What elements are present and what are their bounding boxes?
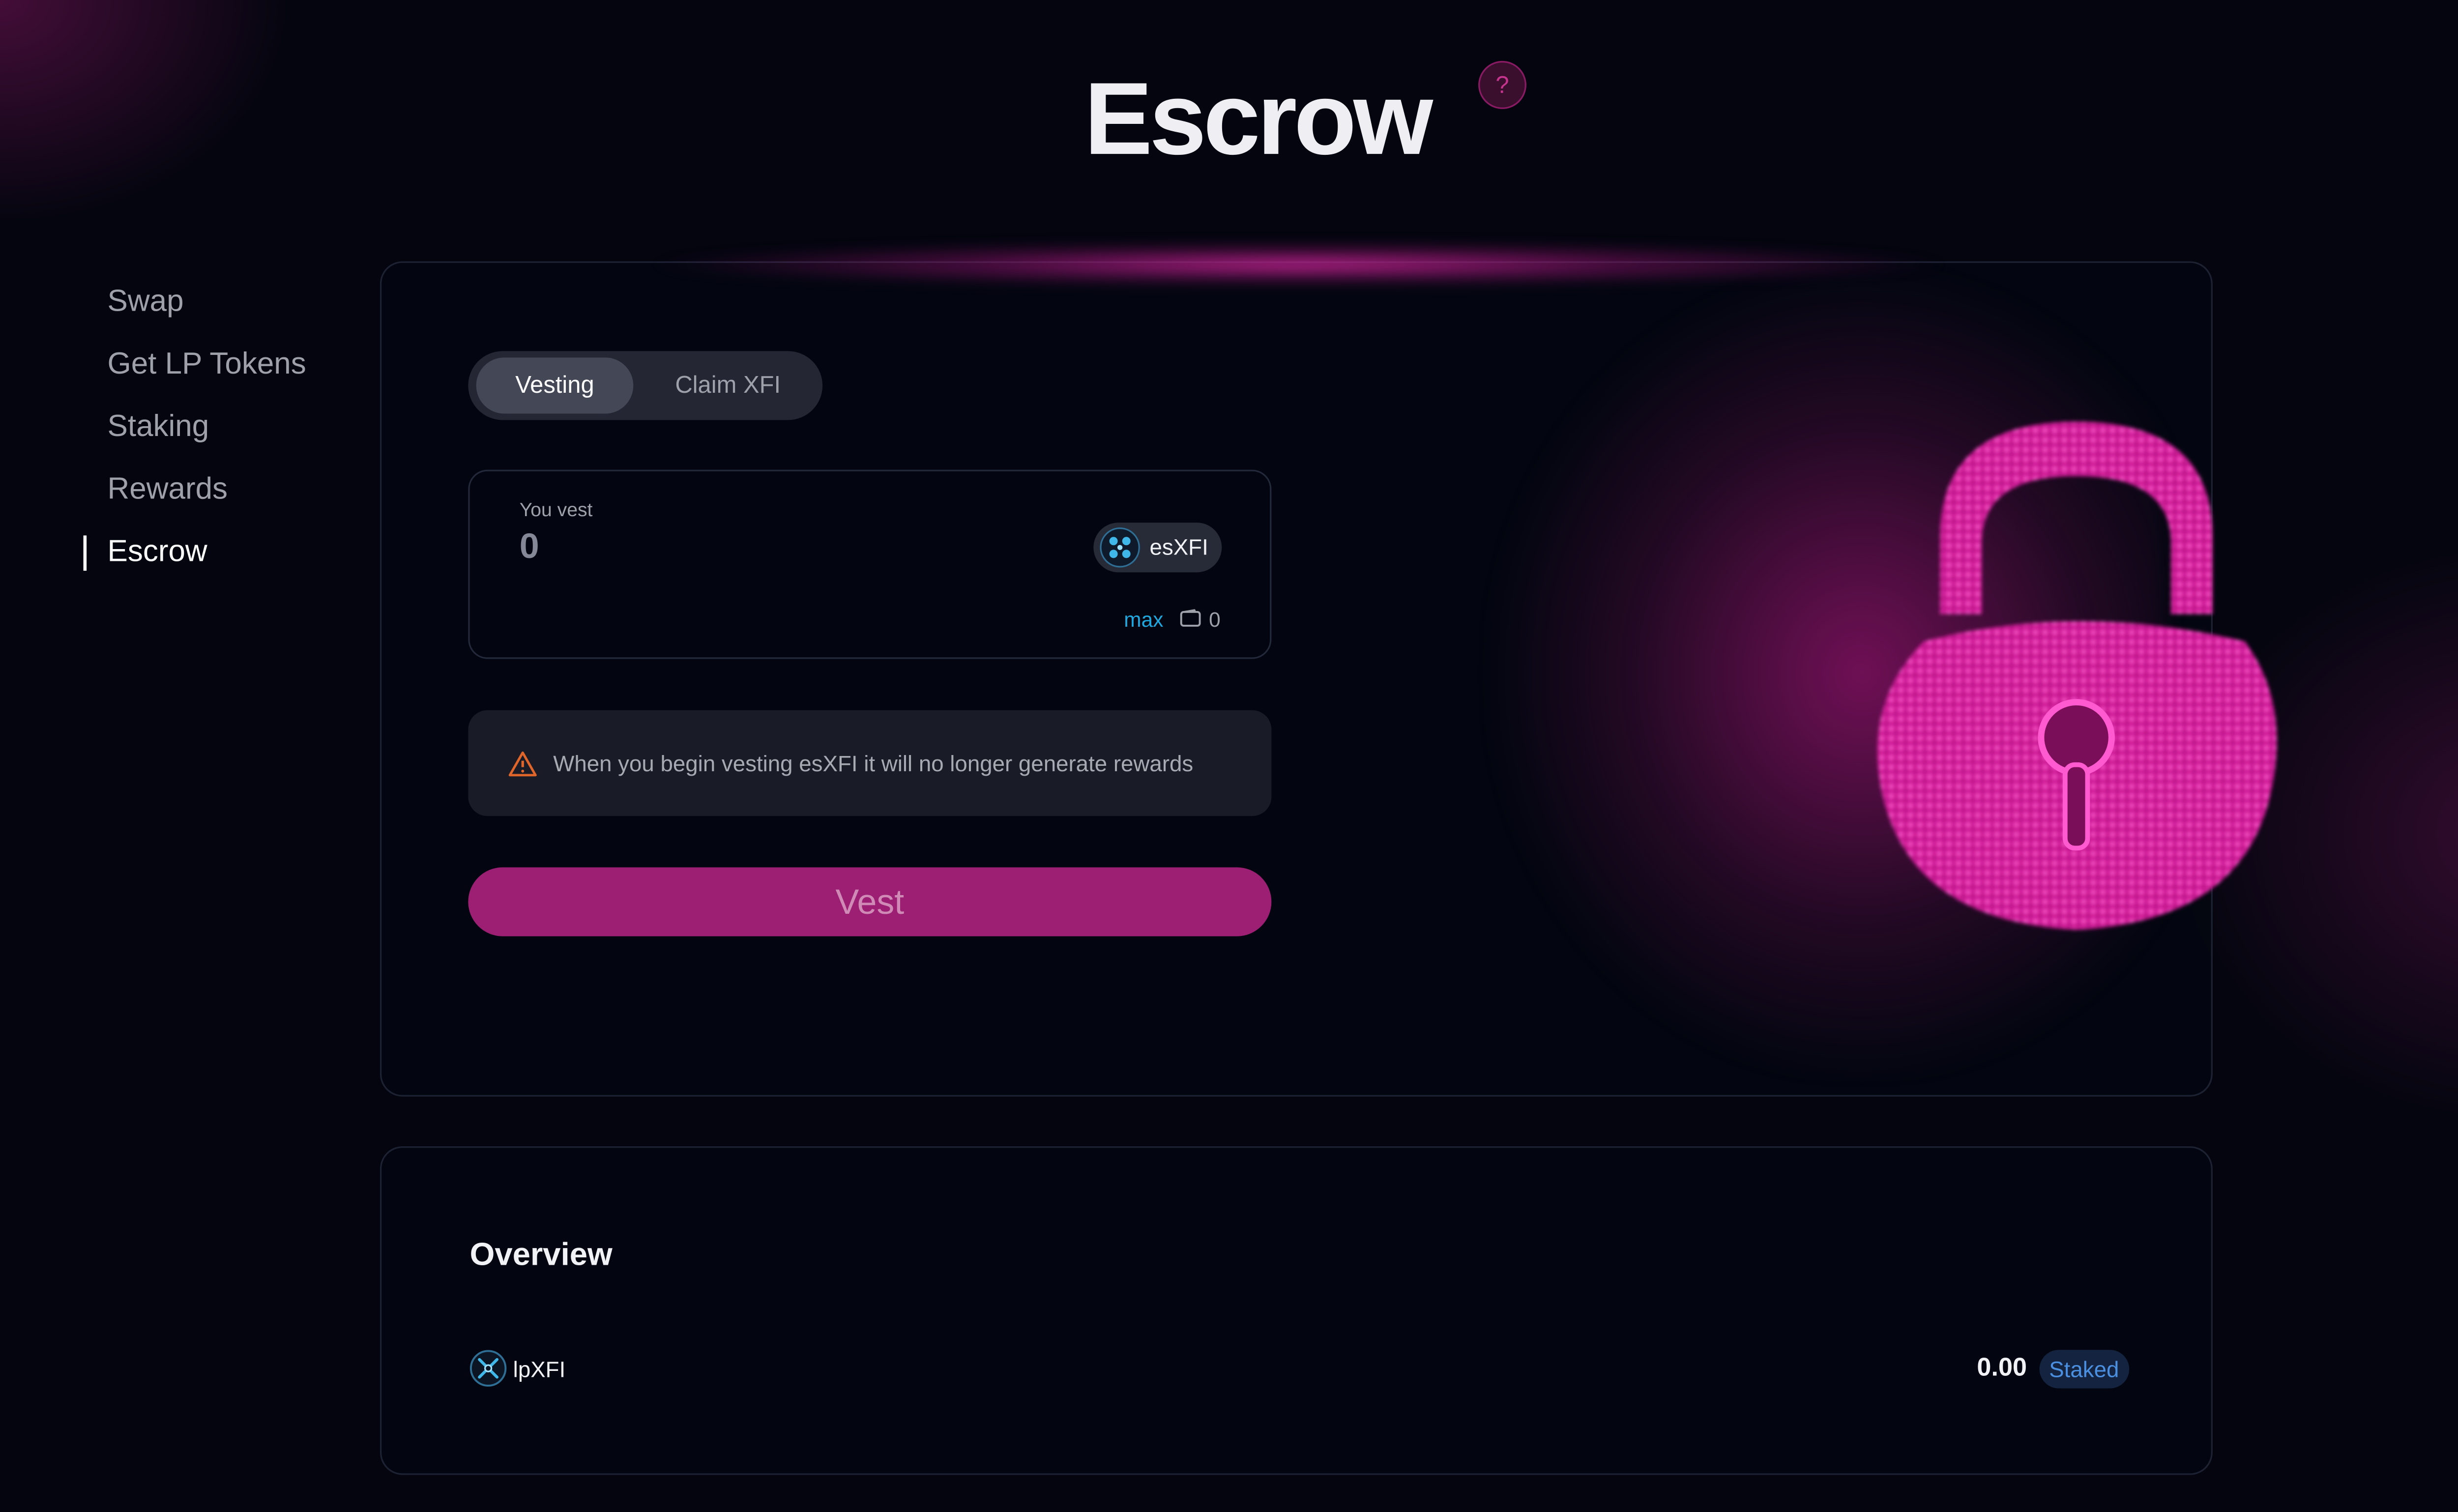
wallet-icon <box>1180 609 1201 627</box>
vest-amount-input[interactable]: 0 <box>520 526 539 568</box>
overview-amount: 0.00 <box>1977 1354 2027 1382</box>
sidebar-item-get-lp-tokens[interactable]: Get LP Tokens <box>84 338 306 401</box>
header-glow <box>641 242 1957 287</box>
warning-notice: When you begin vesting esXFI it will no … <box>468 710 1272 816</box>
overview-card: Overview lpXFI 0.00 Staked <box>380 1146 2213 1475</box>
warning-text: When you begin vesting esXFI it will no … <box>553 750 1194 776</box>
vest-button[interactable]: Vest <box>468 867 1272 936</box>
help-button[interactable]: ? <box>1478 60 1526 109</box>
mode-tabs: Vesting Claim XFI <box>468 351 823 420</box>
tab-claim-xfi[interactable]: Claim XFI <box>648 357 808 413</box>
token-selector[interactable]: esXFI <box>1093 523 1222 573</box>
sidebar-nav: Swap Get LP Tokens Staking Rewards Escro… <box>83 276 306 588</box>
sidebar-item-staking[interactable]: Staking <box>84 401 306 463</box>
lpxfi-token-icon <box>469 1350 507 1387</box>
escrow-page: Escrow ? Swap Get LP Tokens Staking Rewa… <box>0 0 2458 1512</box>
padlock-icon <box>1877 421 2277 930</box>
page-title: Escrow <box>1084 60 1433 176</box>
overview-title: Overview <box>469 1237 613 1273</box>
max-button[interactable]: max <box>1124 608 1163 632</box>
overview-token-name: lpXFI <box>513 1356 566 1382</box>
vest-input-box: You vest 0 esXFI max 0 <box>468 469 1272 659</box>
wallet-balance: 0 <box>1209 608 1221 632</box>
token-name: esXFI <box>1149 534 1208 560</box>
sidebar-item-swap[interactable]: Swap <box>84 276 306 338</box>
warning-triangle-icon <box>508 751 537 777</box>
page-header: Escrow <box>0 61 2458 176</box>
status-badge: Staked <box>2039 1350 2129 1389</box>
vest-input-label: You vest <box>519 498 593 521</box>
sidebar-item-escrow[interactable]: Escrow <box>83 526 306 588</box>
tab-vesting[interactable]: Vesting <box>476 357 634 414</box>
xfi-token-icon <box>1100 527 1140 568</box>
sidebar-item-rewards[interactable]: Rewards <box>84 464 306 526</box>
